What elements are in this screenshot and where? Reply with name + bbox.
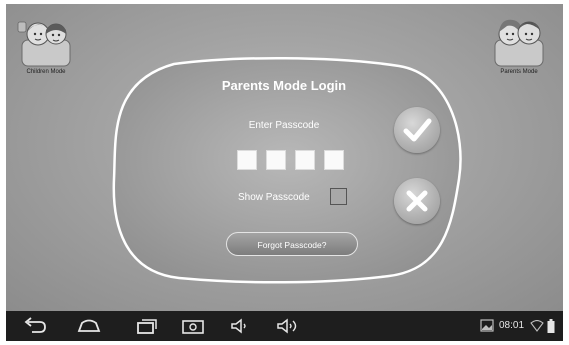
gallery-notification-icon <box>480 319 494 339</box>
children-mode-icon <box>17 21 71 67</box>
parents-login-dialog: Parents Mode Login Enter Passcode Show P… <box>104 54 464 284</box>
tablet-screen: Children Mode Parents Mode Parents Mode … <box>6 4 563 341</box>
checkmark-icon <box>403 118 432 142</box>
x-icon <box>406 190 428 212</box>
dialog-title: Parents Mode Login <box>221 78 347 93</box>
app-area: Children Mode Parents Mode Parents Mode … <box>6 4 563 311</box>
children-mode-label: Children Mode <box>26 69 66 75</box>
confirm-button[interactable] <box>394 107 440 153</box>
parents-mode-button[interactable]: Parents Mode <box>489 12 549 75</box>
system-navbar: 08:01 <box>6 311 563 341</box>
status-time: 08:01 <box>499 320 525 331</box>
recent-apps-icon[interactable] <box>134 316 160 336</box>
volume-down-icon[interactable] <box>228 316 254 336</box>
passcode-input-row <box>237 150 357 174</box>
forgot-passcode-button[interactable]: Forgot Passcode? <box>226 232 358 256</box>
passcode-digit-1[interactable] <box>237 150 257 170</box>
battery-icon <box>547 319 555 339</box>
parents-mode-icon <box>494 19 544 67</box>
volume-up-icon[interactable] <box>274 316 302 336</box>
wifi-icon <box>530 320 544 340</box>
back-icon[interactable] <box>22 316 48 336</box>
children-mode-button[interactable]: Children Mode <box>16 12 76 75</box>
parents-mode-label: Parents Mode <box>500 69 538 75</box>
cancel-button[interactable] <box>394 178 440 224</box>
show-passcode-checkbox[interactable] <box>330 188 347 205</box>
home-icon[interactable] <box>76 316 102 336</box>
show-passcode-label: Show Passcode <box>238 192 310 203</box>
screenshot-icon[interactable] <box>180 316 206 336</box>
passcode-digit-3[interactable] <box>295 150 315 170</box>
passcode-digit-4[interactable] <box>324 150 344 170</box>
passcode-digit-2[interactable] <box>266 150 286 170</box>
